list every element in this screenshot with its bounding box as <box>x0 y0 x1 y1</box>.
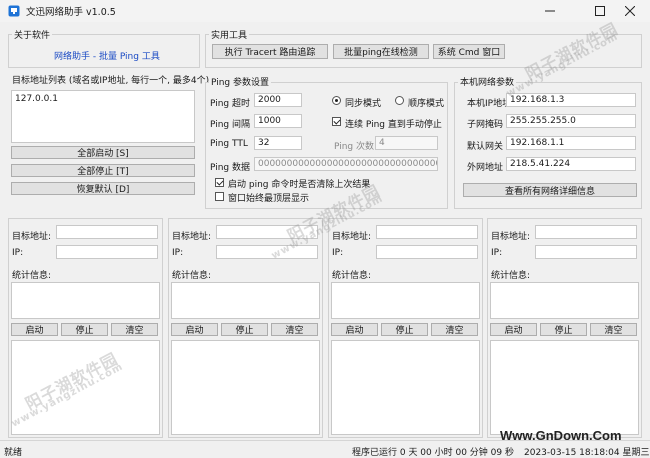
panel-3-ip-label: IP: <box>332 248 344 258</box>
panel-1-stats-label: 统计信息: <box>12 271 52 281</box>
panel-4-start-button[interactable]: 启动 <box>490 323 537 336</box>
maximize-icon <box>595 6 605 16</box>
local-ip-label: 本机IP地址 <box>467 99 512 109</box>
topmost-checkbox[interactable] <box>215 192 224 201</box>
title-bar: 文迅网络助手 v1.0.5 <box>0 0 650 22</box>
ping-data-label: Ping 数据 <box>210 163 251 173</box>
minimize-icon <box>545 10 555 12</box>
about-group-label: 关于软件 <box>12 28 53 41</box>
panel-1-stop-button[interactable]: 停止 <box>61 323 108 336</box>
panel-1-ip-label: IP: <box>12 248 24 258</box>
seq-mode-radio[interactable] <box>395 96 404 105</box>
panel-2-ip-input[interactable] <box>216 245 318 259</box>
panel-1-stats-box[interactable] <box>11 282 160 319</box>
target-list-value: 127.0.0.1 <box>15 94 58 104</box>
ping-timeout-label: Ping 超时 <box>210 99 251 109</box>
minimize-button[interactable] <box>530 0 570 22</box>
local-ip-input[interactable]: 192.168.1.3 <box>506 93 636 107</box>
stop-all-button[interactable]: 全部停止 [T] <box>11 164 195 177</box>
panel-2-start-button[interactable]: 启动 <box>171 323 218 336</box>
tracert-button[interactable]: 执行 Tracert 路由追踪 <box>212 44 328 59</box>
start-all-button[interactable]: 全部启动 [S] <box>11 146 195 159</box>
panel-3-stats-label: 统计信息: <box>332 271 372 281</box>
watermark-site: Www.GnDown.Com <box>500 428 622 443</box>
panel-3-target-label: 目标地址: <box>332 232 372 242</box>
ping-timeout-input[interactable]: 2000 <box>254 93 302 107</box>
panel-2-output-box[interactable] <box>171 340 320 435</box>
targets-group-label: 目标地址列表 (域名或IP地址, 每行一个, 最多4个) <box>12 76 210 86</box>
sync-mode-radio[interactable] <box>332 96 341 105</box>
ping-ttl-input[interactable]: 32 <box>254 136 302 150</box>
panel-3-stop-button[interactable]: 停止 <box>381 323 428 336</box>
clear-results-label: 启动 ping 命令时是否清除上次结果 <box>228 180 371 190</box>
wan-ip-label: 外网地址 <box>467 163 504 173</box>
panel-4-ip-input[interactable] <box>535 245 637 259</box>
ping-count-input[interactable]: 4 <box>375 136 438 150</box>
panel-1-ip-input[interactable] <box>56 245 158 259</box>
panel-1-target-label: 目标地址: <box>12 232 52 242</box>
panel-2-target-label: 目标地址: <box>172 232 212 242</box>
topmost-label: 窗口始终最顶层显示 <box>228 194 310 204</box>
target-list-input[interactable]: 127.0.0.1 <box>11 90 195 143</box>
panel-2-stats-label: 统计信息: <box>172 271 212 281</box>
local-network-label: 本机网络参数 <box>458 75 517 88</box>
about-link[interactable]: 网络助手 - 批量 Ping 工具 <box>54 49 160 62</box>
panel-3-output-box[interactable] <box>331 340 480 435</box>
panel-4-target-label: 目标地址: <box>491 232 531 242</box>
gateway-label: 默认网关 <box>467 142 504 152</box>
panel-2-ip-label: IP: <box>172 248 184 258</box>
ping-interval-input[interactable]: 1000 <box>254 114 302 128</box>
subnet-mask-label: 子网掩码 <box>467 120 504 130</box>
panel-2-clear-button[interactable]: 清空 <box>271 323 318 336</box>
continuous-ping-label: 连续 Ping 直到手动停止 <box>345 120 442 130</box>
clear-results-checkbox[interactable] <box>215 178 224 187</box>
restore-default-button[interactable]: 恢复默认 [D] <box>11 182 195 195</box>
panel-1-start-button[interactable]: 启动 <box>11 323 58 336</box>
panel-4-clear-button[interactable]: 清空 <box>590 323 637 336</box>
status-datetime: 2023-03-15 18:18:04 星期三 <box>524 448 650 458</box>
sync-mode-label: 同步模式 <box>345 99 382 109</box>
panel-3-clear-button[interactable]: 清空 <box>431 323 478 336</box>
view-all-network-button[interactable]: 查看所有网络详细信息 <box>463 183 637 197</box>
close-button[interactable] <box>610 0 650 22</box>
status-left: 就绪 <box>4 448 23 458</box>
panel-3-start-button[interactable]: 启动 <box>331 323 378 336</box>
window-title: 文迅网络助手 v1.0.5 <box>26 7 116 18</box>
panel-4-ip-label: IP: <box>491 248 503 258</box>
panel-2-stop-button[interactable]: 停止 <box>221 323 268 336</box>
status-uptime: 程序已运行 0 天 00 小时 00 分钟 09 秒 <box>352 448 514 458</box>
ping-params-label: Ping 参数设置 <box>209 75 272 88</box>
wan-ip-input[interactable]: 218.5.41.224 <box>506 157 636 171</box>
ping-interval-label: Ping 间隔 <box>210 120 251 130</box>
panel-4-target-input[interactable] <box>535 225 637 239</box>
ping-count-label: Ping 次数 <box>334 142 375 152</box>
seq-mode-label: 顺序模式 <box>408 99 445 109</box>
panel-3-stats-box[interactable] <box>331 282 480 319</box>
app-icon <box>8 5 20 17</box>
subnet-mask-input[interactable]: 255.255.255.0 <box>506 114 636 128</box>
panel-1-clear-button[interactable]: 清空 <box>111 323 158 336</box>
gateway-input[interactable]: 192.168.1.1 <box>506 136 636 150</box>
panel-3-target-input[interactable] <box>376 225 478 239</box>
close-icon <box>625 6 635 16</box>
continuous-ping-checkbox[interactable] <box>332 117 341 126</box>
panel-4-stats-label: 统计信息: <box>491 271 531 281</box>
cmd-window-button[interactable]: 系统 Cmd 窗口 <box>433 44 505 59</box>
panel-3-ip-input[interactable] <box>376 245 478 259</box>
ping-ttl-label: Ping TTL <box>210 139 248 149</box>
panel-4-output-box[interactable] <box>490 340 639 435</box>
panel-4-stop-button[interactable]: 停止 <box>540 323 587 336</box>
panel-2-stats-box[interactable] <box>171 282 320 319</box>
ping-data-input[interactable]: 00000000000000000000000000000000 <box>254 157 438 171</box>
panel-1-target-input[interactable] <box>56 225 158 239</box>
tools-group-label: 实用工具 <box>209 28 250 41</box>
panel-4-stats-box[interactable] <box>490 282 639 319</box>
batch-ping-button[interactable]: 批量ping在线检测 <box>333 44 429 59</box>
